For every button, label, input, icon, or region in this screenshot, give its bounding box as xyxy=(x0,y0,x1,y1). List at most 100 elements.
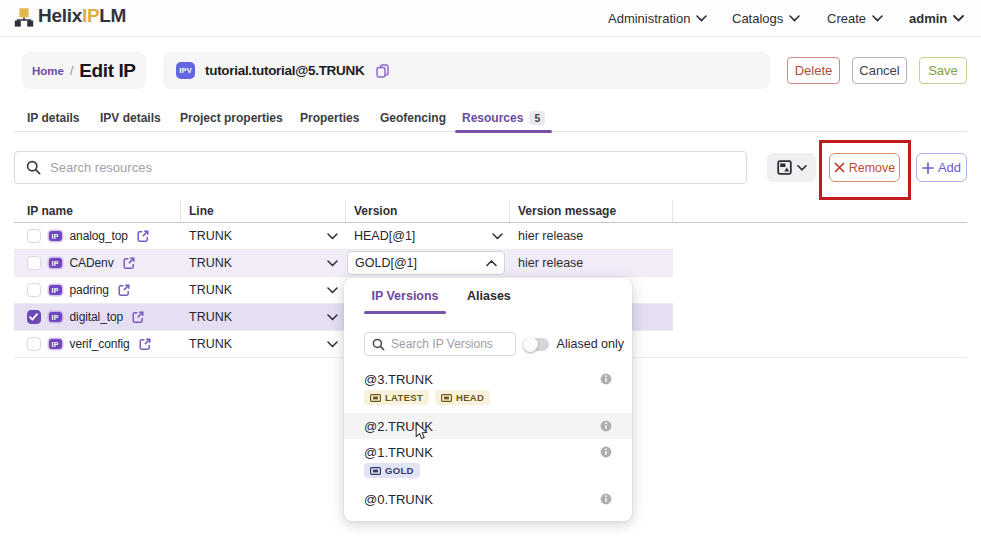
row-checkbox[interactable] xyxy=(27,229,41,243)
column-header-line: Line xyxy=(181,200,346,222)
external-link-icon[interactable] xyxy=(139,338,151,350)
panel-tab-label: Aliases xyxy=(467,289,511,303)
panel-tab-bar: IP Versions Aliases xyxy=(344,278,632,314)
line-value: TRUNK xyxy=(189,283,232,297)
cancel-button[interactable]: Cancel xyxy=(852,57,907,84)
add-button[interactable]: Add xyxy=(916,153,967,182)
line-value: TRUNK xyxy=(189,337,232,351)
ip-name: digital_top xyxy=(70,310,124,324)
nav-user-menu[interactable]: admin xyxy=(909,0,964,36)
line-select[interactable]: TRUNK xyxy=(189,310,338,324)
nav-catalogs[interactable]: Catalogs xyxy=(732,0,800,36)
alias-badge-gold: GOLD xyxy=(364,463,420,478)
ip-version-list: @3.TRUNK LATEST HEAD @2.TRUNK @1.TRUNK xyxy=(344,366,632,512)
tab-geofencing[interactable]: Geofencing xyxy=(373,104,453,132)
list-item-version[interactable]: @3.TRUNK LATEST HEAD xyxy=(344,366,632,413)
version-badges: LATEST HEAD xyxy=(364,390,612,413)
panel-tab-ip-versions[interactable]: IP Versions xyxy=(364,278,446,314)
tag-icon xyxy=(441,394,452,402)
list-item-version[interactable]: @0.TRUNK xyxy=(344,486,632,512)
ip-type-badge: IP xyxy=(49,312,62,323)
external-link-icon[interactable] xyxy=(137,230,149,242)
nav-create-label: Create xyxy=(827,11,866,26)
tab-ip-details[interactable]: IP details xyxy=(20,104,86,132)
tab-ipv-details[interactable]: IPV details xyxy=(93,104,168,132)
column-header-version-message: Version message xyxy=(510,200,673,222)
tab-label: Project properties xyxy=(180,111,283,125)
resources-toolbar: Remove Add xyxy=(0,151,981,184)
badge-label: GOLD xyxy=(385,465,414,476)
info-icon[interactable] xyxy=(600,373,612,385)
alias-badge-latest: LATEST xyxy=(364,390,429,405)
nav-create[interactable]: Create xyxy=(827,0,883,36)
list-item-version-hovered[interactable]: @2.TRUNK xyxy=(344,413,632,439)
panel-tab-aliases[interactable]: Aliases xyxy=(459,278,519,314)
chevron-down-icon xyxy=(492,233,503,240)
version-select[interactable]: HEAD[@1] xyxy=(354,229,503,243)
search-ip-versions-input[interactable] xyxy=(391,337,501,351)
version-name: @1.TRUNK xyxy=(364,445,433,460)
line-select[interactable]: TRUNK xyxy=(189,283,338,297)
list-item-version[interactable]: @1.TRUNK GOLD xyxy=(344,439,632,486)
tab-resources[interactable]: Resources5 xyxy=(455,104,552,132)
row-checkbox-checked[interactable] xyxy=(27,310,41,324)
search-icon xyxy=(26,160,41,175)
version-badges: GOLD xyxy=(364,463,612,486)
version-message: hier release xyxy=(518,256,583,270)
add-label: Add xyxy=(938,160,961,175)
breadcrumb: Home / Edit IP xyxy=(22,52,146,89)
tag-icon xyxy=(370,394,381,402)
info-icon[interactable] xyxy=(600,420,612,432)
tab-label: Properties xyxy=(300,111,359,125)
panel-search-row: Aliased only xyxy=(364,332,624,356)
chevron-down-icon xyxy=(327,233,338,240)
alias-badge-head: HEAD xyxy=(435,390,490,405)
version-dropdown-panel: IP Versions Aliases Aliased only @3.TRUN… xyxy=(344,278,632,521)
info-icon[interactable] xyxy=(600,493,612,505)
external-link-icon[interactable] xyxy=(118,284,130,296)
ip-name: padring xyxy=(70,283,109,297)
info-icon[interactable] xyxy=(600,446,612,458)
line-value: TRUNK xyxy=(189,310,232,324)
search-icon xyxy=(372,338,385,351)
nav-catalogs-label: Catalogs xyxy=(732,11,783,26)
remove-label: Remove xyxy=(849,161,896,175)
chevron-up-icon xyxy=(486,260,497,267)
view-options-button[interactable] xyxy=(767,153,816,182)
version-select-open[interactable]: GOLD[@1] xyxy=(347,251,505,275)
row-checkbox[interactable] xyxy=(27,337,41,351)
remove-button[interactable]: Remove xyxy=(829,153,900,182)
line-value: TRUNK xyxy=(189,229,232,243)
tag-icon xyxy=(370,467,381,475)
row-checkbox[interactable] xyxy=(27,283,41,297)
table-row: IP analog_top TRUNK HEAD[@1] hier releas… xyxy=(14,223,967,250)
line-select[interactable]: TRUNK xyxy=(189,229,338,243)
nav-administration[interactable]: Administration xyxy=(608,0,707,36)
chevron-down-icon xyxy=(327,287,338,294)
tab-label: IPV details xyxy=(100,111,161,125)
chevron-down-icon xyxy=(696,15,707,22)
line-select[interactable]: TRUNK xyxy=(189,337,338,351)
ip-name: CADenv xyxy=(70,256,114,270)
external-link-icon[interactable] xyxy=(132,311,144,323)
search-resources-input[interactable] xyxy=(50,160,735,175)
aliased-only-label: Aliased only xyxy=(557,337,624,351)
x-icon xyxy=(834,162,845,173)
badge-label: HEAD xyxy=(456,392,484,403)
top-nav: Administration Catalogs Create admin xyxy=(0,0,981,36)
external-link-icon[interactable] xyxy=(123,257,135,269)
copy-icon[interactable] xyxy=(376,64,389,78)
tab-properties[interactable]: Properties xyxy=(293,104,366,132)
tab-project-properties[interactable]: Project properties xyxy=(173,104,290,132)
page-header-row: Home / Edit IP IPV tutorial.tutorial@5.T… xyxy=(14,52,967,89)
nav-administration-label: Administration xyxy=(608,11,690,26)
aliased-only-toggle[interactable] xyxy=(524,338,549,351)
breadcrumb-home-link[interactable]: Home xyxy=(32,65,64,77)
edit-ip-page: HelixIPLM Administration Catalogs Create… xyxy=(0,0,981,548)
version-message: hier release xyxy=(518,229,583,243)
row-checkbox[interactable] xyxy=(27,256,41,270)
line-select[interactable]: TRUNK xyxy=(189,256,338,270)
chevron-down-icon xyxy=(327,341,338,348)
save-button[interactable]: Save xyxy=(919,57,967,84)
delete-button[interactable]: Delete xyxy=(787,57,840,84)
